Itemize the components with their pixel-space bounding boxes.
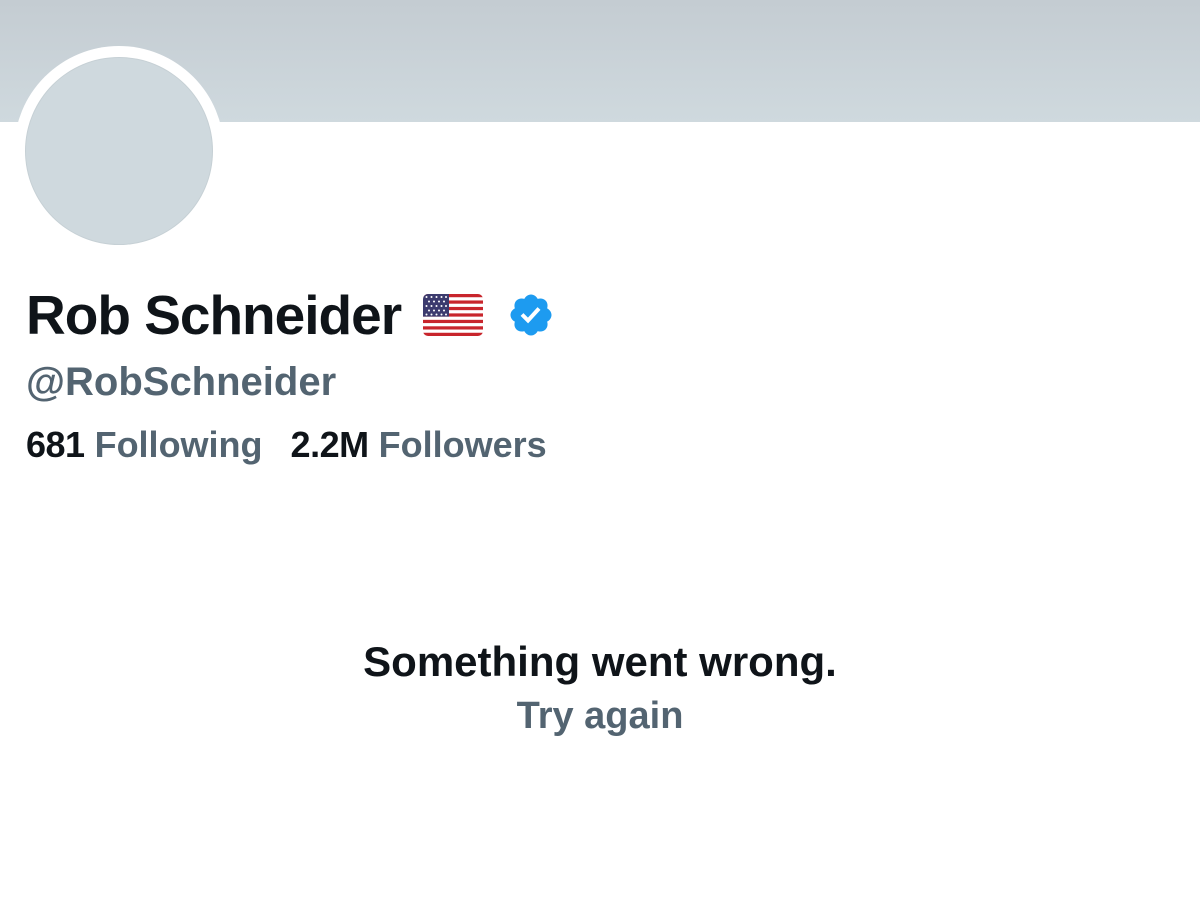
error-message: Something went wrong. bbox=[363, 638, 837, 685]
followers-count: 2.2M bbox=[290, 424, 370, 465]
followers-label: Followers bbox=[378, 424, 547, 465]
following-stat-link[interactable]: 681 Following bbox=[26, 424, 263, 466]
avatar[interactable] bbox=[25, 57, 213, 245]
try-again-button[interactable]: Try again bbox=[517, 692, 684, 740]
following-count: 681 bbox=[26, 424, 85, 465]
profile-name-row: Rob Schneider bbox=[26, 280, 555, 350]
error-state: Something went wrong. Try again bbox=[0, 636, 1200, 740]
profile-handle: @RobSchneider bbox=[26, 360, 337, 404]
display-name: Rob Schneider bbox=[26, 284, 402, 346]
follow-stats: 681 Following 2.2M Followers bbox=[26, 424, 547, 466]
verified-badge-icon[interactable] bbox=[507, 291, 555, 339]
followers-stat-link[interactable]: 2.2M Followers bbox=[291, 424, 547, 466]
us-flag-icon bbox=[423, 294, 484, 336]
following-label: Following bbox=[94, 424, 263, 465]
